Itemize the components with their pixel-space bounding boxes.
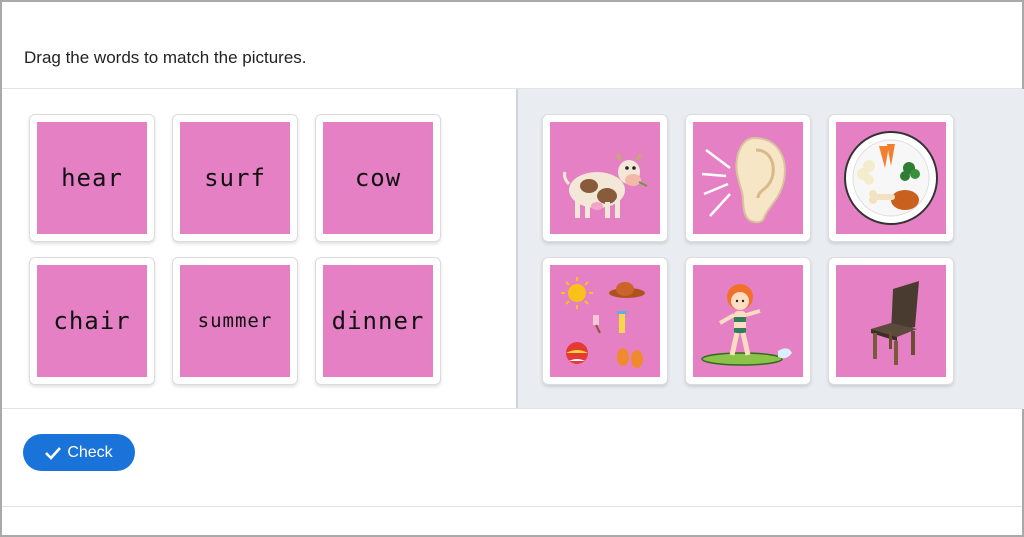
- ear-icon: [701, 136, 786, 224]
- check-button[interactable]: Check: [23, 434, 135, 471]
- surfer-girl-icon: [701, 284, 792, 366]
- word-bank: hear surf cow chair summer dinner: [2, 89, 515, 409]
- word-label: surf: [204, 164, 266, 192]
- picture-card-ear[interactable]: [685, 114, 811, 242]
- word-label: dinner: [331, 307, 425, 335]
- picture-card-surf[interactable]: [685, 257, 811, 385]
- picture-card-dinner[interactable]: [828, 114, 954, 242]
- word-label: hear: [61, 164, 123, 192]
- word-label: cow: [354, 164, 402, 192]
- checkmark-icon: [45, 446, 62, 460]
- word-card-cow[interactable]: cow: [315, 114, 441, 242]
- word-label: chair: [53, 307, 131, 335]
- bottom-divider: [2, 408, 1022, 409]
- word-label: summer: [197, 310, 273, 332]
- picture-card-chair[interactable]: [828, 257, 954, 385]
- picture-area: [516, 89, 1024, 409]
- word-card-hear[interactable]: hear: [29, 114, 155, 242]
- word-card-dinner[interactable]: dinner: [315, 257, 441, 385]
- activity-frame: Drag the words to match the pictures. he…: [0, 0, 1024, 537]
- instruction-text: Drag the words to match the pictures.: [24, 48, 307, 67]
- word-card-surf[interactable]: surf: [172, 114, 298, 242]
- picture-card-cow[interactable]: [542, 114, 668, 242]
- cow-icon: [563, 153, 648, 218]
- footer-divider: [2, 506, 1022, 507]
- dinner-plate-icon: [844, 131, 938, 225]
- picture-card-summer[interactable]: [542, 257, 668, 385]
- summer-items-icon: [561, 277, 645, 368]
- word-card-chair[interactable]: chair: [29, 257, 155, 385]
- chair-icon: [871, 281, 919, 365]
- word-card-summer[interactable]: summer: [172, 257, 298, 385]
- check-button-label: Check: [67, 443, 113, 461]
